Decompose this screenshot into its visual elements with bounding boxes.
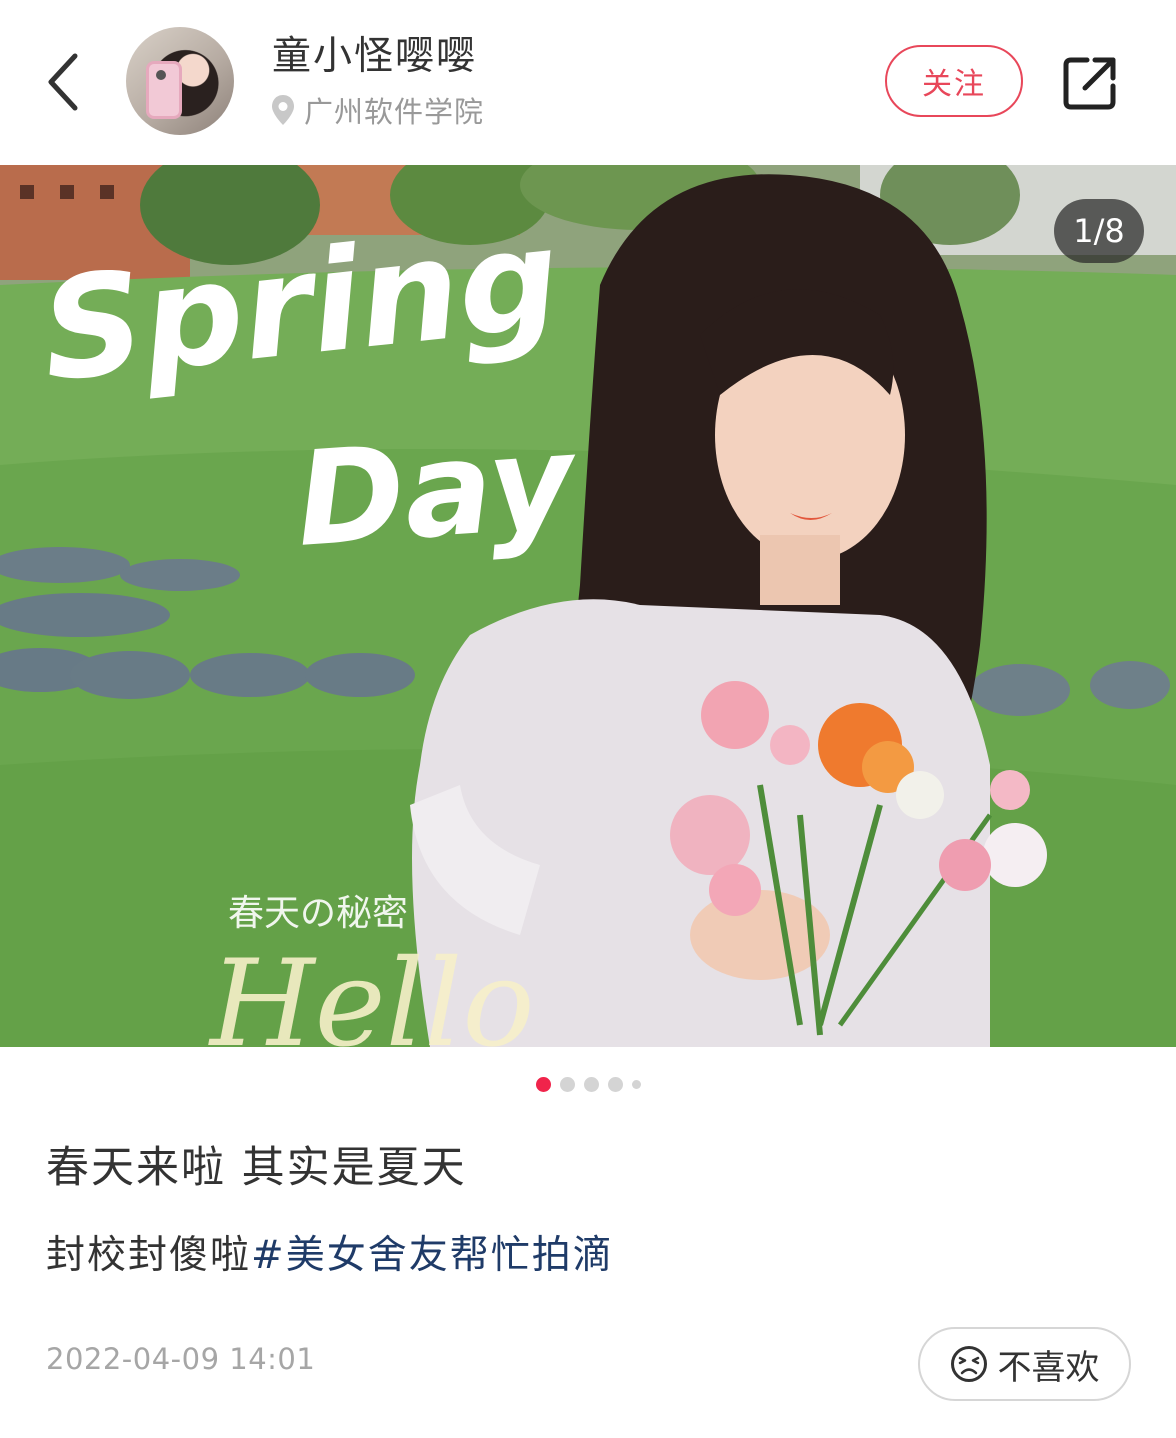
- pager-dot[interactable]: [559, 1076, 575, 1092]
- overlay-day-text: Day: [292, 405, 584, 576]
- post-title: 春天来啦 其实是夏天: [46, 1143, 467, 1193]
- post-photo[interactable]: Spring Day 春天の秘密 Hello 1/8: [0, 165, 1176, 1047]
- avatar[interactable]: [126, 27, 234, 135]
- follow-button[interactable]: 关注: [885, 45, 1023, 117]
- overlay-caption-text: 春天の秘密: [228, 893, 408, 934]
- pager-dot[interactable]: [583, 1076, 599, 1092]
- chevron-left-icon: [48, 53, 78, 111]
- overlay-hello-text: Hello: [208, 935, 535, 1047]
- share-button[interactable]: [1054, 47, 1126, 119]
- header-bar: 童小怪嘤嘤 广州软件学院 关注: [0, 0, 1176, 165]
- post-detail-page: 童小怪嘤嘤 广州软件学院 关注 Spring Day 春天の秘密 Hello 1…: [0, 0, 1176, 1438]
- share-icon: [1063, 57, 1116, 110]
- image-counter-badge: 1/8: [1054, 199, 1144, 263]
- pager-dots: [0, 1073, 1176, 1095]
- frown-face-icon: [950, 1346, 987, 1382]
- location-text: 广州软件学院: [304, 95, 485, 129]
- back-button[interactable]: [28, 44, 98, 120]
- avatar-phone-graphic: [146, 61, 182, 119]
- photo-scene: Spring Day 春天の秘密 Hello: [0, 165, 1176, 1047]
- username[interactable]: 童小怪嘤嘤: [272, 33, 477, 81]
- hashtag-link[interactable]: #美女舍友帮忙拍滴: [251, 1233, 614, 1278]
- location-row[interactable]: 广州软件学院: [270, 90, 484, 130]
- dislike-button[interactable]: 不喜欢: [918, 1327, 1131, 1401]
- location-pin-icon: [272, 95, 294, 125]
- post-body-text: 封校封傻啦: [46, 1233, 252, 1278]
- pager-dot-active[interactable]: [535, 1076, 551, 1092]
- dislike-label: 不喜欢: [997, 1347, 1100, 1388]
- pager-dot[interactable]: [607, 1076, 623, 1092]
- post-body: 封校封傻啦#美女舍友帮忙拍滴: [46, 1228, 614, 1284]
- pager-dot[interactable]: [631, 1079, 641, 1089]
- post-timestamp: 2022-04-09 14:01: [46, 1342, 316, 1376]
